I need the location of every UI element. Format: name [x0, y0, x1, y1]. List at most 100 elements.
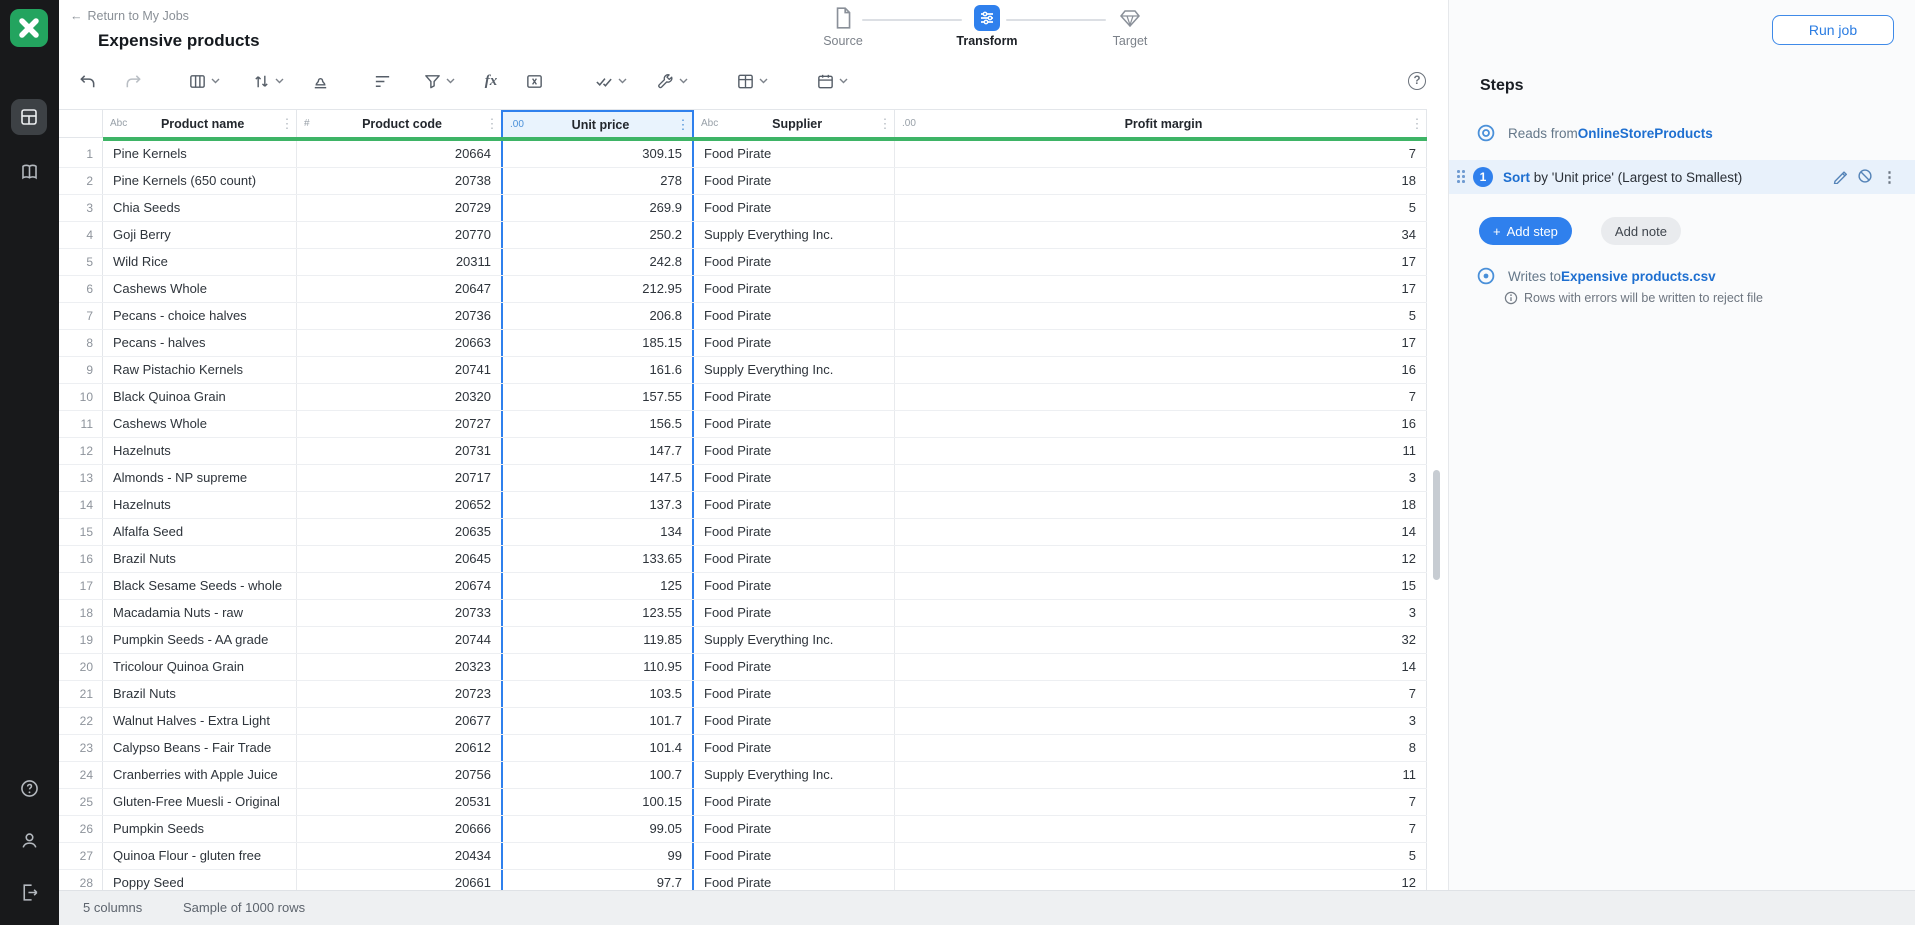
cell[interactable]: Pecans - choice halves: [103, 303, 297, 329]
cell[interactable]: 20729: [297, 195, 501, 221]
column-header-product-name[interactable]: Abc Product name ⋮: [103, 110, 297, 137]
cell[interactable]: Food Pirate: [694, 168, 895, 194]
add-note-button[interactable]: Add note: [1601, 217, 1681, 245]
cell[interactable]: 101.7: [501, 708, 694, 734]
cell[interactable]: 5: [895, 843, 1427, 869]
cell[interactable]: 125: [501, 573, 694, 599]
tools-menu-button[interactable]: [644, 64, 700, 98]
formula-button[interactable]: fx: [474, 64, 508, 98]
cell[interactable]: Poppy Seed: [103, 870, 297, 890]
cell[interactable]: 110.95: [501, 654, 694, 680]
cell[interactable]: Supply Everything Inc.: [694, 357, 895, 383]
cell[interactable]: 32: [895, 627, 1427, 653]
cell[interactable]: 20674: [297, 573, 501, 599]
cell[interactable]: 103.5: [501, 681, 694, 707]
cell[interactable]: Food Pirate: [694, 600, 895, 626]
cell[interactable]: Food Pirate: [694, 141, 895, 167]
cell[interactable]: 7: [895, 789, 1427, 815]
cell[interactable]: 20323: [297, 654, 501, 680]
run-job-button[interactable]: Run job: [1772, 15, 1894, 45]
cell[interactable]: Cashews Whole: [103, 276, 297, 302]
cell[interactable]: Food Pirate: [694, 438, 895, 464]
cell[interactable]: 20717: [297, 465, 501, 491]
cell[interactable]: Food Pirate: [694, 816, 895, 842]
add-step-button[interactable]: + Add step: [1479, 217, 1572, 245]
validate-menu-button[interactable]: [582, 64, 638, 98]
cell[interactable]: 5: [895, 303, 1427, 329]
cell[interactable]: 12: [895, 546, 1427, 572]
cell[interactable]: 16: [895, 357, 1427, 383]
cell[interactable]: 3: [895, 600, 1427, 626]
cell[interactable]: Pumpkin Seeds - AA grade: [103, 627, 297, 653]
cell[interactable]: Food Pirate: [694, 735, 895, 761]
cell[interactable]: Food Pirate: [694, 492, 895, 518]
cell[interactable]: Food Pirate: [694, 195, 895, 221]
cell[interactable]: Pumpkin Seeds: [103, 816, 297, 842]
cell[interactable]: Brazil Nuts: [103, 681, 297, 707]
columns-menu-button[interactable]: [176, 64, 232, 98]
cell[interactable]: 11: [895, 762, 1427, 788]
cell[interactable]: Brazil Nuts: [103, 546, 297, 572]
cell[interactable]: 20661: [297, 870, 501, 890]
cell[interactable]: 157.55: [501, 384, 694, 410]
cell[interactable]: 278: [501, 168, 694, 194]
cell[interactable]: 100.7: [501, 762, 694, 788]
cell[interactable]: 20738: [297, 168, 501, 194]
cell[interactable]: 99: [501, 843, 694, 869]
cell[interactable]: Goji Berry: [103, 222, 297, 248]
disable-step-icon[interactable]: [1857, 168, 1873, 187]
cell[interactable]: Quinoa Flour - gluten free: [103, 843, 297, 869]
cell[interactable]: 20663: [297, 330, 501, 356]
cell[interactable]: 20647: [297, 276, 501, 302]
edit-step-icon[interactable]: [1832, 168, 1848, 187]
app-logo[interactable]: [10, 9, 48, 47]
step-target[interactable]: Target: [1087, 4, 1173, 48]
cell[interactable]: 134: [501, 519, 694, 545]
cell[interactable]: 7: [895, 816, 1427, 842]
column-header-product-code[interactable]: # Product code ⋮: [297, 110, 501, 137]
cell[interactable]: 123.55: [501, 600, 694, 626]
writes-to-step[interactable]: Writes to Expensive products.csv: [1449, 264, 1915, 288]
cell[interactable]: 161.6: [501, 357, 694, 383]
cell[interactable]: Food Pirate: [694, 303, 895, 329]
cell[interactable]: Macadamia Nuts - raw: [103, 600, 297, 626]
cell[interactable]: Cranberries with Apple Juice: [103, 762, 297, 788]
column-menu-icon[interactable]: ⋮: [278, 116, 296, 132]
cell[interactable]: 156.5: [501, 411, 694, 437]
cell[interactable]: Cashews Whole: [103, 411, 297, 437]
cell[interactable]: Calypso Beans - Fair Trade: [103, 735, 297, 761]
cell[interactable]: 14: [895, 519, 1427, 545]
cell[interactable]: 20645: [297, 546, 501, 572]
cell[interactable]: Chia Seeds: [103, 195, 297, 221]
sort-step-selected[interactable]: 1 Sort by 'Unit price' (Largest to Small…: [1449, 160, 1915, 194]
column-header-supplier[interactable]: Abc Supplier ⋮: [694, 110, 895, 137]
cell[interactable]: 20770: [297, 222, 501, 248]
cell[interactable]: 15: [895, 573, 1427, 599]
cell[interactable]: 20731: [297, 438, 501, 464]
sidebar-item-account[interactable]: [11, 822, 47, 858]
cell[interactable]: 20320: [297, 384, 501, 410]
reads-from-source-link[interactable]: OnlineStoreProducts: [1578, 126, 1713, 141]
cell[interactable]: Raw Pistachio Kernels: [103, 357, 297, 383]
sidebar-item-jobs[interactable]: [11, 99, 47, 135]
back-to-jobs-link[interactable]: ← Return to My Jobs: [70, 9, 189, 23]
cell[interactable]: 101.4: [501, 735, 694, 761]
column-header-profit-margin[interactable]: .00 Profit margin ⋮: [895, 110, 1427, 137]
column-menu-icon[interactable]: ⋮: [876, 116, 894, 132]
cell[interactable]: 147.7: [501, 438, 694, 464]
cell[interactable]: 309.15: [501, 141, 694, 167]
cell[interactable]: Food Pirate: [694, 681, 895, 707]
column-menu-icon[interactable]: ⋮: [483, 116, 501, 132]
cell[interactable]: 17: [895, 330, 1427, 356]
cell[interactable]: 20666: [297, 816, 501, 842]
cell[interactable]: 20756: [297, 762, 501, 788]
cell[interactable]: Food Pirate: [694, 843, 895, 869]
cell[interactable]: 20736: [297, 303, 501, 329]
cell[interactable]: 14: [895, 654, 1427, 680]
cell[interactable]: Black Quinoa Grain: [103, 384, 297, 410]
cell[interactable]: Food Pirate: [694, 573, 895, 599]
cell[interactable]: Food Pirate: [694, 411, 895, 437]
cell[interactable]: 20311: [297, 249, 501, 275]
cell[interactable]: Food Pirate: [694, 654, 895, 680]
cell[interactable]: Tricolour Quinoa Grain: [103, 654, 297, 680]
